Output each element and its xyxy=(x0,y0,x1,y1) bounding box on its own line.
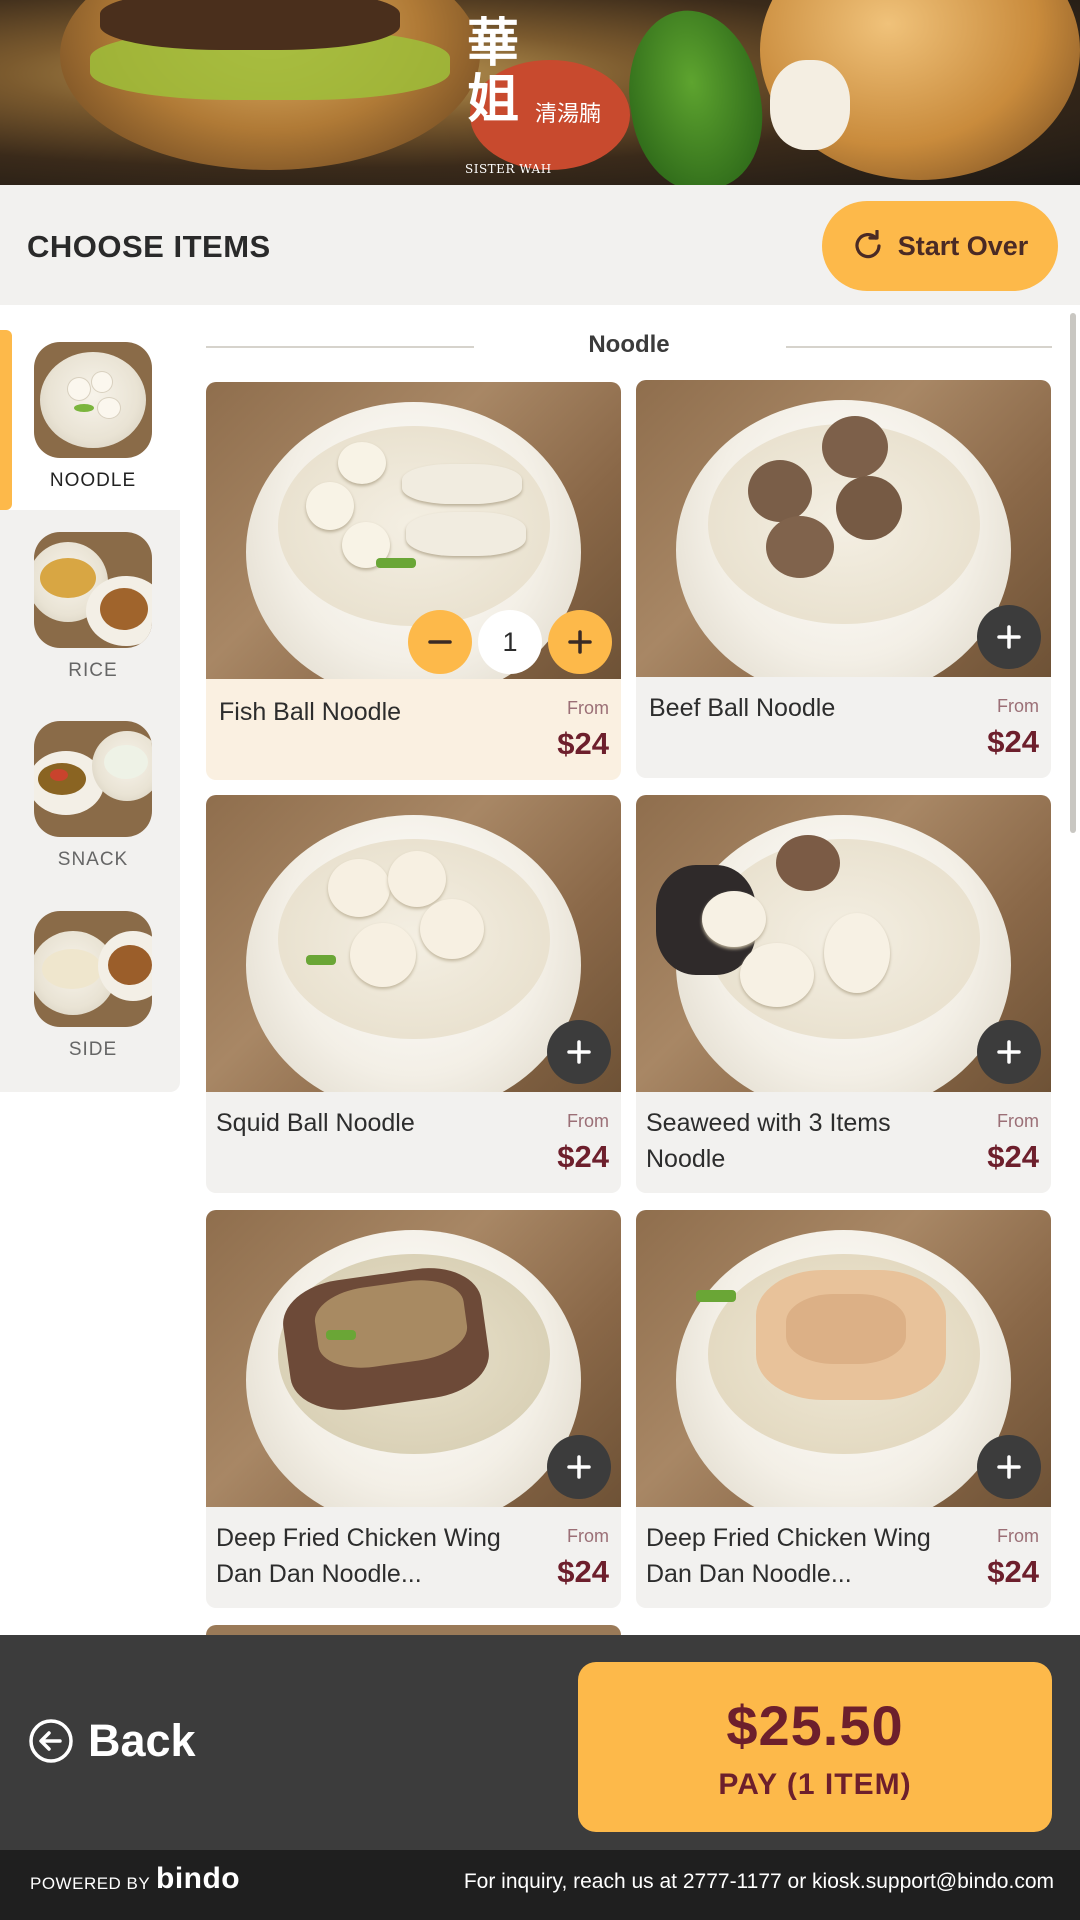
powered-by-text: POWERED BY xyxy=(30,1874,151,1893)
back-label: Back xyxy=(88,1715,196,1766)
sidebar-item-label: SIDE xyxy=(68,1039,118,1060)
product-price: $24 xyxy=(557,1554,609,1589)
sidebar-item-side[interactable]: SIDE xyxy=(0,899,180,1079)
back-button[interactable]: Back xyxy=(28,1715,196,1767)
sidebar-item-snack[interactable]: SNACK xyxy=(0,709,180,889)
plus-icon xyxy=(567,1040,591,1064)
price-prefix: From xyxy=(997,1526,1039,1546)
product-name: Deep Fried Chicken Wing Dan Dan Noodle..… xyxy=(216,1524,501,1588)
product-price: $24 xyxy=(987,1139,1039,1174)
sidebar-item-label: SNACK xyxy=(57,849,129,870)
page-title: CHOOSE ITEMS xyxy=(27,229,271,264)
logo-subtitle: 清湯腩 xyxy=(535,102,602,127)
sidebar-item-label: NOODLE xyxy=(49,470,137,491)
section-title: Noodle xyxy=(588,331,670,358)
refresh-icon xyxy=(855,230,881,259)
price-prefix: From xyxy=(567,1111,609,1131)
section-divider-right xyxy=(786,346,1052,348)
product-price: $24 xyxy=(557,726,609,761)
bindo-logo: bindo xyxy=(156,1862,241,1895)
menu-content[interactable]: NOODLE RICE SNACK SIDE Noodle 1 Fish Bal… xyxy=(0,305,1080,1635)
logo-english: SISTER WAH xyxy=(465,162,552,176)
product-name: Squid Ball Noodle xyxy=(216,1109,415,1137)
section-header: Noodle xyxy=(206,305,1052,385)
product-card-beef-ball-noodle[interactable]: Beef Ball Noodle From $24 xyxy=(636,380,1051,778)
plus-icon xyxy=(567,1455,591,1479)
category-sidebar: NOODLE RICE SNACK SIDE xyxy=(0,305,180,1635)
pay-amount: $25.50 xyxy=(726,1693,904,1757)
logo-char-1: 華 xyxy=(467,13,520,74)
product-name: Fish Ball Noodle xyxy=(219,698,402,726)
product-card-seaweed-noodle[interactable]: Seaweed with 3 Items Noodle From $24 xyxy=(636,795,1051,1193)
title-bar: CHOOSE ITEMS Start Over xyxy=(0,185,1080,305)
plus-icon xyxy=(568,630,592,654)
scrollbar[interactable] xyxy=(1070,313,1076,833)
price-prefix: From xyxy=(567,698,609,718)
plus-icon xyxy=(997,625,1021,649)
price-prefix: From xyxy=(997,696,1039,716)
footer: POWERED BY bindo For inquiry, reach us a… xyxy=(0,1850,1080,1920)
banner-photo-basil xyxy=(615,0,775,185)
product-card-squid-ball-noodle[interactable]: Squid Ball Noodle From $24 xyxy=(206,795,621,1193)
product-name: Beef Ball Noodle xyxy=(649,694,836,722)
banner-photo-cheese xyxy=(770,60,850,150)
minus-icon xyxy=(428,640,452,644)
increase-quantity-button[interactable] xyxy=(548,610,612,674)
category-thumbnail xyxy=(34,911,152,1027)
product-card-fish-ball-noodle[interactable]: 1 Fish Ball Noodle From $24 xyxy=(206,382,621,780)
product-price: $24 xyxy=(987,724,1039,759)
product-price: $24 xyxy=(987,1554,1039,1589)
product-name: Seaweed with 3 Items Noodle xyxy=(646,1109,891,1173)
product-card-chicken-wing-dan-dan-noodle[interactable]: Deep Fried Chicken Wing Dan Dan Noodle..… xyxy=(206,1210,621,1608)
sidebar-item-label: RICE xyxy=(68,660,118,681)
start-over-label: Start Over xyxy=(897,230,1029,261)
quantity-stepper: 1 xyxy=(408,610,612,674)
start-over-button[interactable]: Start Over xyxy=(822,201,1058,291)
banner-photo-patty xyxy=(100,0,400,50)
category-thumbnail xyxy=(34,532,152,648)
pay-button[interactable]: $25.50 PAY (1 ITEM) xyxy=(578,1662,1052,1832)
product-price: $24 xyxy=(557,1139,609,1174)
logo-char-2: 姐 xyxy=(467,69,520,130)
product-name: Deep Fried Chicken Wing Dan Dan Noodle..… xyxy=(646,1524,931,1588)
add-to-cart-button[interactable] xyxy=(977,1435,1041,1499)
category-thumbnail xyxy=(34,342,152,458)
sidebar-item-rice[interactable]: RICE xyxy=(0,520,180,700)
pay-label: PAY (1 ITEM) xyxy=(718,1767,912,1801)
inquiry-text: For inquiry, reach us at 2777-1177 or ki… xyxy=(463,1870,1054,1893)
category-thumbnail xyxy=(34,721,152,837)
decrease-quantity-button[interactable] xyxy=(408,610,472,674)
sidebar-item-noodle[interactable]: NOODLE xyxy=(0,330,180,510)
price-prefix: From xyxy=(997,1111,1039,1131)
bottom-action-bar: Back $25.50 PAY (1 ITEM) xyxy=(0,1635,1080,1850)
brand-logo: 華 姐 清湯腩 SISTER WAH xyxy=(465,13,625,177)
quantity-value: 1 xyxy=(478,610,542,674)
product-card-partial[interactable] xyxy=(206,1625,621,1635)
header-banner: 華 姐 清湯腩 SISTER WAH xyxy=(0,0,1080,185)
add-to-cart-button[interactable] xyxy=(977,1020,1041,1084)
price-prefix: From xyxy=(567,1526,609,1546)
add-to-cart-button[interactable] xyxy=(977,605,1041,669)
add-to-cart-button[interactable] xyxy=(547,1020,611,1084)
product-card-chicken-wing-dan-dan-noodle-2[interactable]: Deep Fried Chicken Wing Dan Dan Noodle..… xyxy=(636,1210,1051,1608)
arrow-left-circle-icon xyxy=(29,1719,73,1763)
plus-icon xyxy=(997,1040,1021,1064)
add-to-cart-button[interactable] xyxy=(547,1435,611,1499)
plus-icon xyxy=(997,1455,1021,1479)
